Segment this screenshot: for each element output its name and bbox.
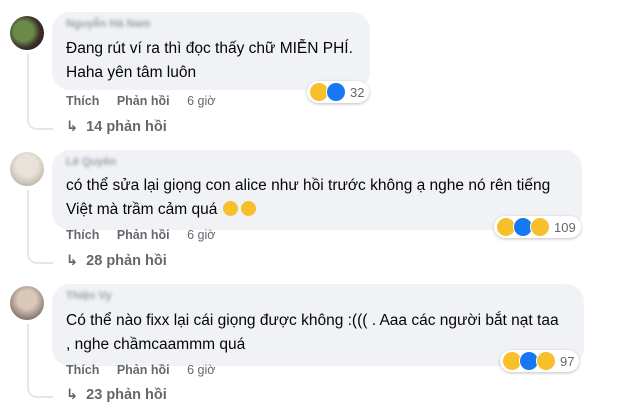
comment-author[interactable]: Thiện Vy (66, 290, 111, 302)
comment-text: có thể sửa lại giọng con alice như hồi t… (66, 174, 550, 222)
comment-time[interactable]: 6 giờ (187, 228, 215, 242)
replies-count: 23 phản hồi (86, 387, 167, 403)
reaction-count: 97 (560, 353, 575, 369)
view-replies-link[interactable]: ↳ 23 phản hồi (66, 387, 167, 403)
avatar[interactable] (10, 16, 44, 50)
comment-actions: Thích Phản hồi 6 giờ (66, 363, 229, 377)
comment-actions: Thích Phản hồi 6 giờ (66, 228, 229, 242)
reply-arrow-icon: ↳ (66, 387, 79, 403)
worried-emoji-icon (241, 201, 257, 216)
comment-time[interactable]: 6 giờ (187, 363, 215, 377)
comment-author[interactable]: Lê Quyên (66, 156, 116, 168)
avatar[interactable] (10, 286, 44, 320)
like-icon (326, 82, 346, 102)
reply-button[interactable]: Phản hồi (117, 94, 170, 108)
replies-count: 28 phản hồi (86, 253, 167, 269)
view-replies-link[interactable]: ↳ 28 phản hồi (66, 253, 167, 269)
thread-line (27, 324, 53, 398)
avatar[interactable] (10, 152, 44, 186)
like-button[interactable]: Thích (66, 363, 99, 377)
comment-text-line: Đang rút ví ra thì đọc thấy chữ MIỄN PHÍ… (66, 40, 353, 57)
reaction-summary[interactable]: 97 (500, 350, 580, 372)
comment-text: Đang rút ví ra thì đọc thấy chữ MIỄN PHÍ… (66, 37, 353, 85)
reaction-summary[interactable]: 109 (494, 216, 581, 238)
reply-button[interactable]: Phản hồi (117, 363, 170, 377)
sad-emoji-icon (530, 217, 550, 237)
comment-text-line: Có thể nào fixx lại cái giọng được không… (66, 312, 559, 329)
view-replies-link[interactable]: ↳ 14 phản hồi (66, 119, 167, 135)
thread-line (27, 54, 53, 130)
like-button[interactable]: Thích (66, 228, 99, 242)
comment-text-line: Việt mà trầm cảm quá (66, 198, 550, 222)
comment-text-line: có thể sửa lại giọng con alice như hồi t… (66, 177, 551, 194)
comment-text-line: Haha yên tâm luôn (66, 64, 197, 81)
reaction-count: 109 (554, 219, 576, 235)
sad-emoji-icon (536, 351, 556, 371)
crying-emoji-icon (223, 201, 239, 216)
comment-author[interactable]: Nguyễn Hà Nam (66, 18, 150, 30)
thread-line (27, 190, 53, 264)
comment-text-line: , nghe chầmcaammm quá (66, 336, 246, 353)
reply-button[interactable]: Phản hồi (117, 228, 170, 242)
reply-arrow-icon: ↳ (66, 119, 79, 135)
comment-text: Có thể nào fixx lại cái giọng được không… (66, 309, 559, 357)
comment-time[interactable]: 6 giờ (187, 94, 215, 108)
comment-bubble: Nguyễn Hà Nam Đang rút ví ra thì đọc thấ… (52, 12, 370, 90)
reply-arrow-icon: ↳ (66, 253, 79, 269)
reaction-summary[interactable]: 32 (307, 81, 370, 103)
comment-actions: Thích Phản hồi 6 giờ (66, 94, 229, 108)
reaction-count: 32 (350, 84, 365, 100)
replies-count: 14 phản hồi (86, 119, 167, 135)
like-button[interactable]: Thích (66, 94, 99, 108)
comment-text-fragment: Việt mà trầm cảm quá (66, 201, 218, 218)
